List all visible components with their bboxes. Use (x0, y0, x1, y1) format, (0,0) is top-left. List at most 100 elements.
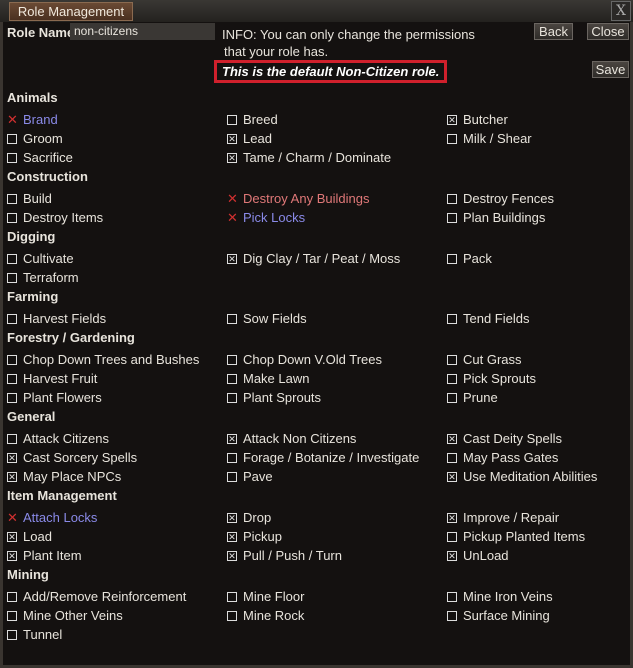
permission-item[interactable]: May Pass Gates (447, 448, 627, 467)
checkbox-icon[interactable] (227, 392, 237, 403)
checkbox-icon[interactable] (447, 531, 457, 542)
checkbox-icon[interactable] (447, 212, 457, 223)
checkbox-icon[interactable] (7, 354, 17, 365)
checkbox-icon[interactable] (7, 610, 17, 621)
permission-item[interactable]: ✕ Cast Sorcery Spells (7, 448, 227, 467)
checkbox-icon[interactable] (227, 471, 237, 482)
permission-item[interactable]: ✕ Improve / Repair (447, 508, 627, 527)
permission-item[interactable]: Attack Citizens (7, 429, 227, 448)
checkbox-checked-icon[interactable]: ✕ (227, 433, 237, 444)
permission-item[interactable]: Harvest Fields (7, 309, 227, 328)
permission-item[interactable]: ✕ Pull / Push / Turn (227, 546, 447, 565)
title-bar[interactable]: Role Management X (0, 0, 633, 22)
checkbox-icon[interactable] (227, 114, 237, 125)
permission-item[interactable]: Groom (7, 129, 227, 148)
checkbox-icon[interactable] (227, 313, 237, 324)
checkbox-icon[interactable] (447, 610, 457, 621)
permission-item[interactable]: Mine Rock (227, 606, 447, 625)
save-button[interactable]: Save (592, 61, 629, 78)
permission-item[interactable]: Pickup Planted Items (447, 527, 627, 546)
checkbox-checked-icon[interactable]: ✕ (227, 133, 237, 144)
checkbox-checked-icon[interactable]: ✕ (227, 152, 237, 163)
checkbox-icon[interactable] (7, 373, 17, 384)
permission-item[interactable]: Pick Sprouts (447, 369, 627, 388)
permission-item[interactable]: Sacrifice (7, 148, 227, 167)
checkbox-icon[interactable] (7, 272, 17, 283)
checkbox-checked-icon[interactable]: ✕ (227, 253, 237, 264)
checkbox-checked-icon[interactable]: ✕ (7, 471, 17, 482)
permission-item[interactable]: ✕ UnLoad (447, 546, 627, 565)
permission-item[interactable]: Mine Iron Veins (447, 587, 627, 606)
permission-item[interactable]: ✕ Butcher (447, 110, 627, 129)
permission-item[interactable]: Destroy Items (7, 208, 227, 227)
permission-item[interactable]: ✕ Dig Clay / Tar / Peat / Moss (227, 249, 447, 268)
permission-item[interactable]: Plant Sprouts (227, 388, 447, 407)
permission-item[interactable]: Prune (447, 388, 627, 407)
checkbox-checked-icon[interactable]: ✕ (7, 531, 17, 542)
permission-item[interactable]: Surface Mining (447, 606, 627, 625)
permission-item[interactable]: Milk / Shear (447, 129, 627, 148)
denied-x-icon[interactable]: ✕ (7, 113, 18, 126)
checkbox-checked-icon[interactable]: ✕ (7, 452, 17, 463)
role-name-field[interactable]: non-citizens (70, 23, 215, 40)
permission-item[interactable]: Build (7, 189, 227, 208)
checkbox-checked-icon[interactable]: ✕ (447, 114, 457, 125)
checkbox-icon[interactable] (7, 133, 17, 144)
checkbox-icon[interactable] (7, 433, 17, 444)
checkbox-icon[interactable] (447, 253, 457, 264)
permission-item[interactable]: Destroy Fences (447, 189, 627, 208)
checkbox-icon[interactable] (447, 591, 457, 602)
checkbox-icon[interactable] (227, 591, 237, 602)
permission-item[interactable]: Forage / Botanize / Investigate (227, 448, 447, 467)
checkbox-checked-icon[interactable]: ✕ (447, 512, 457, 523)
permission-item[interactable]: ✕ Attach Locks (7, 508, 227, 527)
close-button[interactable]: Close (587, 23, 629, 40)
checkbox-icon[interactable] (447, 452, 457, 463)
checkbox-icon[interactable] (7, 392, 17, 403)
checkbox-checked-icon[interactable]: ✕ (7, 550, 17, 561)
checkbox-icon[interactable] (227, 354, 237, 365)
denied-x-icon[interactable]: ✕ (227, 192, 238, 205)
permission-item[interactable]: Tend Fields (447, 309, 627, 328)
checkbox-checked-icon[interactable]: ✕ (227, 512, 237, 523)
permission-item[interactable]: ✕ Attack Non Citizens (227, 429, 447, 448)
checkbox-icon[interactable] (7, 591, 17, 602)
permission-item[interactable]: Mine Other Veins (7, 606, 227, 625)
checkbox-icon[interactable] (447, 193, 457, 204)
permission-item[interactable]: ✕ Pickup (227, 527, 447, 546)
permission-item[interactable]: Harvest Fruit (7, 369, 227, 388)
window-close-button[interactable]: X (611, 1, 631, 21)
permission-item[interactable]: Chop Down V.Old Trees (227, 350, 447, 369)
permission-item[interactable]: ✕ Drop (227, 508, 447, 527)
permission-item[interactable]: Plant Flowers (7, 388, 227, 407)
permission-item[interactable]: ✕ Use Meditation Abilities (447, 467, 627, 486)
permission-item[interactable]: ✕ Tame / Charm / Dominate (227, 148, 447, 167)
checkbox-icon[interactable] (7, 212, 17, 223)
checkbox-icon[interactable] (447, 133, 457, 144)
denied-x-icon[interactable]: ✕ (7, 511, 18, 524)
permission-item[interactable]: ✕ May Place NPCs (7, 467, 227, 486)
checkbox-icon[interactable] (447, 313, 457, 324)
checkbox-icon[interactable] (7, 253, 17, 264)
permission-item[interactable]: Terraform (7, 268, 227, 287)
checkbox-icon[interactable] (7, 629, 17, 640)
checkbox-icon[interactable] (447, 373, 457, 384)
permission-item[interactable]: Pave (227, 467, 447, 486)
permission-item[interactable]: ✕ Plant Item (7, 546, 227, 565)
permission-item[interactable]: Cut Grass (447, 350, 627, 369)
checkbox-icon[interactable] (7, 152, 17, 163)
permission-item[interactable]: Add/Remove Reinforcement (7, 587, 227, 606)
permission-item[interactable]: ✕ Load (7, 527, 227, 546)
checkbox-icon[interactable] (227, 452, 237, 463)
permission-item[interactable]: Tunnel (7, 625, 227, 644)
checkbox-icon[interactable] (227, 373, 237, 384)
permission-item[interactable]: Plan Buildings (447, 208, 627, 227)
back-button[interactable]: Back (534, 23, 573, 40)
checkbox-checked-icon[interactable]: ✕ (447, 471, 457, 482)
permission-item[interactable]: Pack (447, 249, 627, 268)
permission-item[interactable]: Chop Down Trees and Bushes (7, 350, 227, 369)
permission-item[interactable]: ✕ Brand (7, 110, 227, 129)
permission-item[interactable]: ✕ Lead (227, 129, 447, 148)
permission-item[interactable]: ✕ Pick Locks (227, 208, 447, 227)
permission-item[interactable]: Sow Fields (227, 309, 447, 328)
